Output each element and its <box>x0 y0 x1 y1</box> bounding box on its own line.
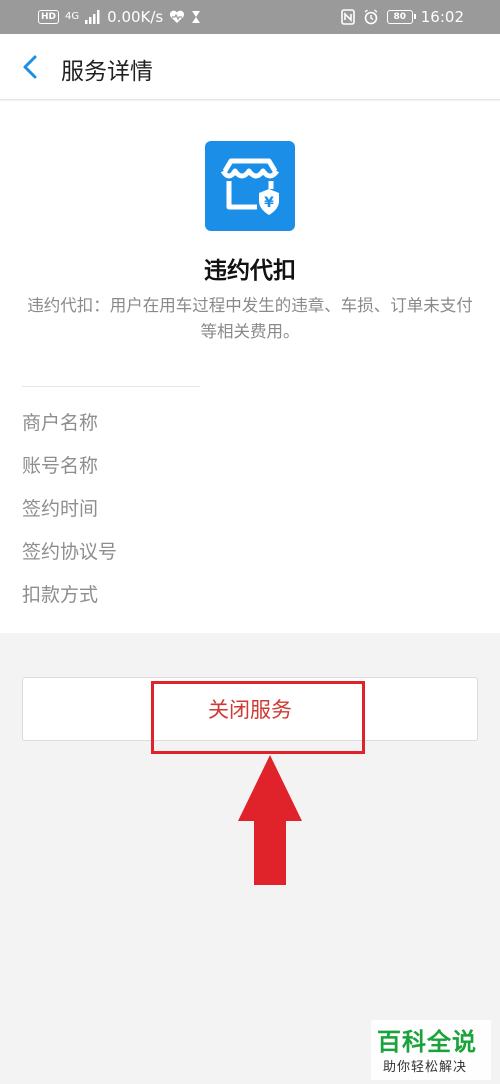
svg-text:¥: ¥ <box>264 195 274 211</box>
info-list: 商户名称 账号名称 签约时间 签约协议号 扣款方式 <box>22 407 117 622</box>
watermark-title: 百科全说 <box>377 1028 477 1056</box>
chevron-left-icon[interactable] <box>18 54 42 80</box>
up-arrow-icon <box>238 755 302 885</box>
merchant-name-label: 商户名称 <box>22 412 99 434</box>
network-speed: 0.00K/s <box>107 8 164 26</box>
alarm-icon <box>364 9 378 25</box>
heart-icon <box>170 10 185 23</box>
signal-icon <box>85 10 100 24</box>
hourglass-icon <box>192 11 201 23</box>
highlight-box <box>151 681 365 754</box>
hd-badge: HD <box>38 10 60 24</box>
status-right: 80 16:02 <box>340 8 464 26</box>
nav-bar: 服务详情 <box>0 34 500 100</box>
service-description: 违约代扣：用户在用车过程中发生的违章、车损、订单未支付等相关费用。 <box>27 296 473 341</box>
watermark-subtitle: 助你轻松解决 <box>383 1060 468 1075</box>
network-type: 4G <box>65 11 80 22</box>
payment-method-label: 扣款方式 <box>22 584 99 606</box>
watermark-logo: 百科全说 助你轻松解决 <box>371 1020 491 1080</box>
page-title: 服务详情 <box>61 59 153 85</box>
battery-icon: 80 <box>386 10 416 24</box>
divider <box>22 386 200 387</box>
status-bar: HD 4G 0.00K/s 80 16:02 <box>0 0 500 34</box>
nfc-icon <box>340 9 355 25</box>
service-detail-card: ¥ 违约代扣 违约代扣：用户在用车过程中发生的违章、车损、订单未支付等相关费用。… <box>0 101 500 633</box>
clock: 16:02 <box>420 8 464 26</box>
service-name: 违约代扣 <box>204 258 296 284</box>
agreement-number-label: 签约协议号 <box>22 541 118 563</box>
status-left: HD 4G 0.00K/s <box>38 8 201 26</box>
signing-time-label: 签约时间 <box>22 498 99 520</box>
account-name-label: 账号名称 <box>22 455 99 477</box>
store-payment-icon: ¥ <box>205 141 295 231</box>
